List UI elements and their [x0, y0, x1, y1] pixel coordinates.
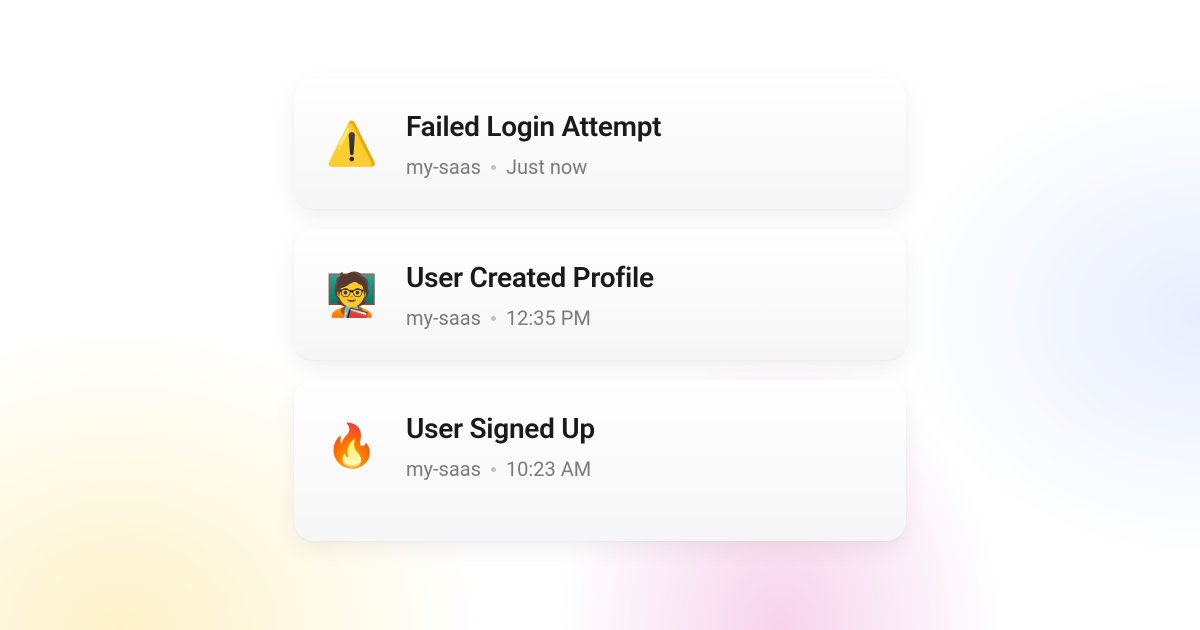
notification-card[interactable]: 🔥 User Signed Up my-saas 10:23 AM — [294, 380, 906, 541]
notification-meta: my-saas 12:35 PM — [406, 306, 654, 330]
project-label: my-saas — [406, 155, 481, 179]
notification-card[interactable]: 🧑‍🏫 User Created Profile my-saas 12:35 P… — [294, 229, 906, 360]
notification-content: Failed Login Attempt my-saas Just now — [406, 110, 661, 179]
fire-icon: 🔥 — [328, 423, 376, 471]
notification-content: User Signed Up my-saas 10:23 AM — [406, 412, 595, 481]
timestamp: Just now — [506, 155, 587, 179]
timestamp: 10:23 AM — [506, 457, 591, 481]
project-label: my-saas — [406, 306, 481, 330]
notification-card[interactable]: ⚠️ Failed Login Attempt my-saas Just now — [294, 78, 906, 209]
notification-content: User Created Profile my-saas 12:35 PM — [406, 261, 654, 330]
warning-icon: ⚠️ — [328, 121, 376, 169]
notification-title: Failed Login Attempt — [406, 110, 661, 143]
notification-title: User Signed Up — [406, 412, 595, 445]
separator-dot — [491, 165, 496, 170]
teacher-icon: 🧑‍🏫 — [328, 272, 376, 320]
separator-dot — [491, 316, 496, 321]
notification-meta: my-saas 10:23 AM — [406, 457, 595, 481]
notification-list: ⚠️ Failed Login Attempt my-saas Just now… — [0, 0, 1200, 630]
project-label: my-saas — [406, 457, 481, 481]
timestamp: 12:35 PM — [506, 306, 591, 330]
notification-title: User Created Profile — [406, 261, 654, 294]
separator-dot — [491, 467, 496, 472]
notification-meta: my-saas Just now — [406, 155, 661, 179]
